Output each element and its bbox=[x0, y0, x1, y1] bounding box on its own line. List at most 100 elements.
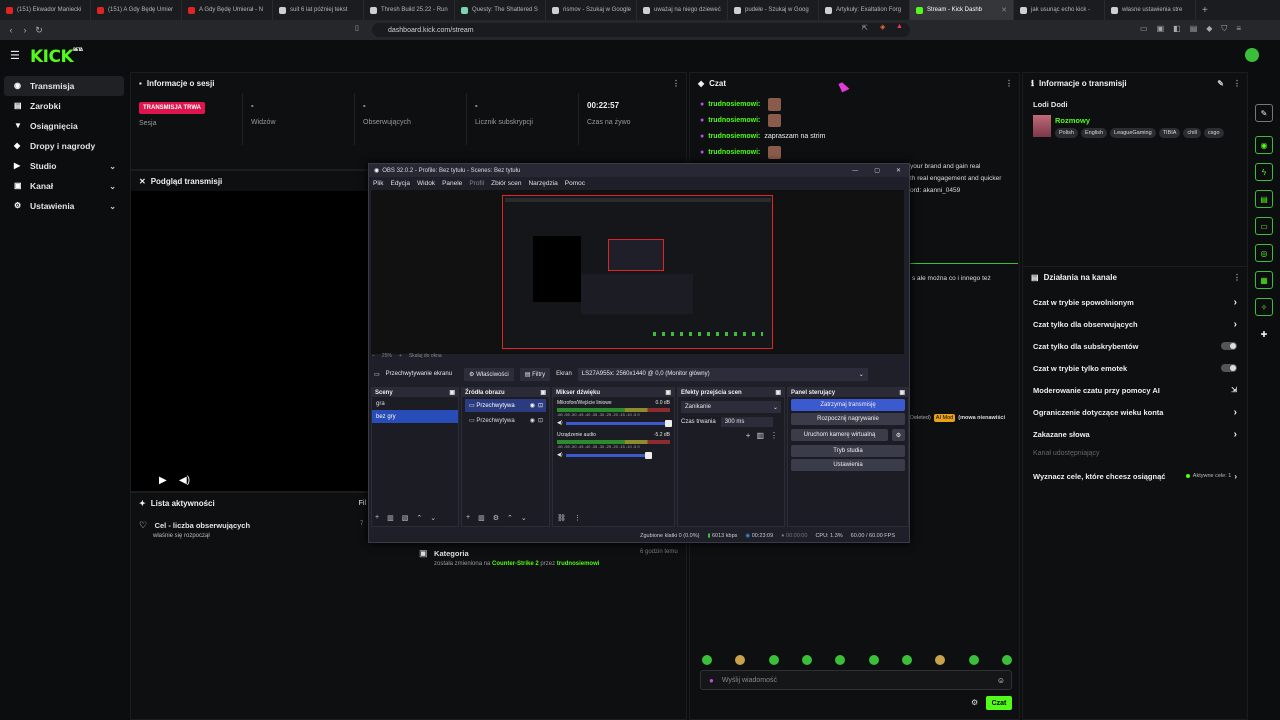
category-user[interactable]: trudnosiemowi bbox=[557, 561, 600, 567]
back-icon[interactable]: ‹ bbox=[4, 25, 18, 35]
sidebar-item-ustawienia[interactable]: ⚙ Ustawienia ⌄ bbox=[4, 196, 124, 216]
stream-tag[interactable]: LeagueGaming bbox=[1110, 128, 1156, 138]
channel-action-row[interactable]: Czat w trybie tylko emotek bbox=[1023, 357, 1247, 379]
more-icon[interactable]: ⋮ bbox=[672, 79, 680, 88]
up-icon[interactable]: ⌃ bbox=[507, 514, 513, 522]
chat-settings-icon[interactable]: ⚙ bbox=[971, 698, 978, 707]
chat-username[interactable]: trudnosiemowi: bbox=[708, 149, 760, 156]
browser-tab[interactable]: uważaj na niego dzieweć bbox=[637, 0, 728, 20]
add-icon[interactable]: + bbox=[466, 514, 470, 522]
browser-tab[interactable]: własne ustawienia stre bbox=[1105, 0, 1196, 20]
toggle-switch[interactable] bbox=[1221, 364, 1237, 372]
sidebar-icon[interactable]: ◧ bbox=[1173, 24, 1181, 34]
chat-send-button[interactable]: Czat bbox=[986, 696, 1012, 710]
obs-menu-item[interactable]: Panele bbox=[442, 180, 462, 187]
start-recording-button[interactable]: Rozpocznij nagrywanie bbox=[791, 413, 905, 425]
gear-icon[interactable]: ⚙ bbox=[493, 514, 499, 522]
lock-icon[interactable]: ⊡ bbox=[538, 402, 543, 409]
kick-logo[interactable]: KICKBETA bbox=[30, 47, 83, 67]
more-icon[interactable]: ⋮ bbox=[574, 514, 581, 522]
play-icon[interactable]: ▶ bbox=[159, 475, 167, 486]
link-icon[interactable]: ⛓ bbox=[557, 514, 566, 522]
sidebar-item-dropy-i-nagrody[interactable]: ◆ Dropy i nagrody bbox=[4, 136, 124, 156]
dock-icon[interactable]: ▣ bbox=[449, 389, 455, 396]
zoom-out-icon[interactable]: − bbox=[372, 353, 375, 359]
chat-username[interactable]: trudnosiemowi: bbox=[708, 133, 760, 140]
minimize-icon[interactable]: — bbox=[852, 168, 858, 174]
dock-icon[interactable]: ▣ bbox=[899, 389, 905, 396]
more-icon[interactable]: ⋮ bbox=[1233, 273, 1241, 282]
eye-icon[interactable]: ◉ bbox=[530, 402, 535, 409]
channel-action-row[interactable]: Czat tylko dla subskrybentów bbox=[1023, 335, 1247, 357]
emote-icon[interactable] bbox=[901, 655, 912, 665]
browser-tab[interactable]: pudełe - Szukaj w Goog bbox=[728, 0, 819, 20]
more-icon[interactable]: ⋮ bbox=[1233, 79, 1241, 88]
speaker-icon[interactable]: ◀) bbox=[557, 420, 563, 426]
stream-tag[interactable]: chill bbox=[1183, 128, 1201, 138]
scale-mode[interactable]: Skaluj do okna bbox=[409, 353, 442, 359]
wrench-icon[interactable]: ✧ bbox=[1255, 298, 1273, 316]
browser-tab[interactable]: jak usunąc echo kick - bbox=[1014, 0, 1105, 20]
down-icon[interactable]: ⌄ bbox=[521, 514, 527, 522]
toggle-switch[interactable] bbox=[1221, 342, 1237, 350]
extension-icon[interactable]: ▭ bbox=[1140, 24, 1148, 34]
trash-icon[interactable]: ▥ bbox=[756, 431, 764, 440]
emote-icon[interactable] bbox=[1001, 655, 1012, 665]
forward-icon[interactable]: › bbox=[18, 25, 32, 35]
channel-action-row[interactable]: Czat tylko dla obserwujących › bbox=[1023, 313, 1247, 335]
bookmark-icon[interactable]: ▯ bbox=[355, 24, 359, 32]
source-item[interactable]: ▭ Przechwytywa ◉ ⊡ bbox=[465, 414, 546, 427]
address-bar[interactable]: dashboard.kick.com/stream bbox=[372, 23, 910, 37]
volume-slider[interactable] bbox=[565, 451, 652, 459]
channel-action-row[interactable]: Czat w trybie spowolnionym › bbox=[1023, 291, 1247, 313]
properties-button[interactable]: ⚙ Właściwości bbox=[464, 367, 514, 381]
emote-icon[interactable] bbox=[735, 655, 746, 665]
emote-icon[interactable] bbox=[702, 655, 712, 665]
emote-icon[interactable] bbox=[968, 655, 979, 665]
sidebar-item-transmisja[interactable]: ◉ Transmisja bbox=[4, 76, 124, 96]
obs-menu-item[interactable]: Zbiór scen bbox=[491, 180, 521, 187]
sidebar-item-zarobki[interactable]: ▤ Zarobki bbox=[4, 96, 124, 116]
obs-menu-item[interactable]: Plik bbox=[373, 180, 383, 187]
filter-icon[interactable]: ▧ bbox=[402, 514, 409, 522]
source-item[interactable]: ▭ Przechwytywa ◉ ⊡ bbox=[465, 399, 546, 412]
scene-item[interactable]: gra bbox=[372, 397, 458, 410]
edit-icon[interactable]: ✎ bbox=[1217, 79, 1224, 88]
camera-icon[interactable]: ◉ bbox=[1255, 136, 1273, 154]
goals-row[interactable]: Wyznacz cele, które chcesz osiągnąć Akty… bbox=[1023, 465, 1247, 487]
browser-tab[interactable]: (151) Ekwador Maniecki bbox=[0, 0, 91, 20]
scene-item[interactable]: bez gry bbox=[372, 410, 458, 423]
stop-stream-button[interactable]: Zatrzymaj transmisję bbox=[791, 399, 905, 411]
sidebar-item-studio[interactable]: ▶ Studio ⌄ bbox=[4, 156, 124, 176]
emote-icon[interactable] bbox=[835, 655, 846, 665]
emote-icon[interactable] bbox=[935, 655, 946, 665]
sidebar-item-kanał[interactable]: ▣ Kanał ⌄ bbox=[4, 176, 124, 196]
user-avatar[interactable] bbox=[1245, 48, 1259, 62]
stream-tag[interactable]: Polish bbox=[1055, 128, 1078, 138]
brave-shield-icon[interactable]: ◈ bbox=[880, 23, 885, 31]
obs-menu-item[interactable]: Edycja bbox=[390, 180, 410, 187]
stream-tag[interactable]: English bbox=[1080, 128, 1108, 138]
lightning-icon[interactable]: ϟ bbox=[1255, 163, 1273, 181]
share-icon[interactable]: ⇱ bbox=[862, 24, 868, 32]
extension-icon[interactable]: ▣ bbox=[1157, 24, 1165, 34]
add-icon[interactable]: + bbox=[375, 514, 379, 522]
trash-icon[interactable]: ▥ bbox=[478, 514, 485, 522]
obs-menu-item[interactable]: Widok bbox=[417, 180, 435, 187]
shield-icon[interactable]: ⛉ bbox=[1221, 24, 1227, 34]
browser-tab[interactable]: A Gdy Będę Umierał - N bbox=[182, 0, 273, 20]
activity-filter[interactable]: Fil bbox=[359, 500, 366, 507]
sidebar-item-osiągnięcia[interactable]: ▼ Osiągnięcia bbox=[4, 116, 124, 136]
virtual-camera-button[interactable]: Uruchom kamerę wirtualną bbox=[791, 429, 888, 441]
channel-action-row[interactable]: Zakazane słowa › bbox=[1023, 423, 1247, 445]
browser-tab[interactable]: suit 6 lat później tekst bbox=[273, 0, 364, 20]
gear-icon[interactable]: ⚙ bbox=[892, 429, 905, 441]
down-icon[interactable]: ⌄ bbox=[430, 514, 436, 522]
obs-menu-item[interactable]: Pomoc bbox=[565, 180, 585, 187]
browser-tab[interactable]: (151) A Gdy Będę Umier bbox=[91, 0, 182, 20]
duration-input[interactable]: 300 ms bbox=[720, 417, 773, 427]
browser-tab[interactable]: Thresh Build 25.22 - Run bbox=[364, 0, 455, 20]
wallet-icon[interactable]: ▤ bbox=[1190, 24, 1198, 34]
browser-tab[interactable]: rismov - Szukaj w Google bbox=[546, 0, 637, 20]
dock-icon[interactable]: ▣ bbox=[665, 389, 671, 396]
